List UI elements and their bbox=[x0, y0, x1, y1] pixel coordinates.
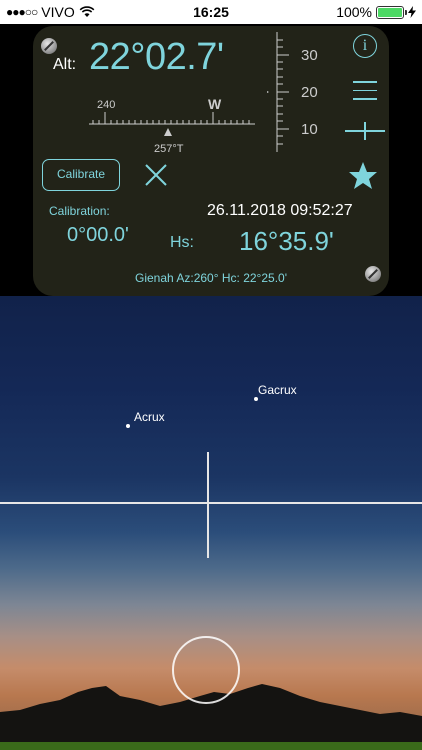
compass-direction: W bbox=[208, 96, 222, 112]
star-marker[interactable] bbox=[254, 397, 258, 401]
altitude-scale[interactable]: 30 20 10 bbox=[267, 32, 327, 152]
calibration-value: 0°00.0' bbox=[67, 224, 129, 246]
crosshair-toggle-icon-vertical[interactable] bbox=[364, 122, 366, 140]
star-marker[interactable] bbox=[126, 424, 130, 428]
instrument-panel: Alt: 22°02.7' 30 20 10 240 W 257°T i Cal… bbox=[33, 26, 389, 296]
horizon-line bbox=[0, 502, 422, 504]
info-icon[interactable]: i bbox=[353, 34, 377, 58]
calibrate-button[interactable]: Calibrate bbox=[42, 159, 120, 191]
altitude-value: 22°02.7' bbox=[89, 36, 224, 78]
hs-value: 16°35.9' bbox=[239, 226, 334, 256]
bearing-pointer-icon bbox=[164, 128, 172, 136]
compass-scale[interactable]: 240 W 257°T bbox=[87, 96, 257, 158]
star-label-gacrux[interactable]: Gacrux bbox=[258, 383, 297, 397]
bearing-value: 257°T bbox=[154, 143, 184, 155]
battery-percent: 100% bbox=[336, 4, 372, 20]
battery-icon bbox=[376, 5, 407, 19]
vertical-line bbox=[207, 452, 209, 558]
compass-label: 240 bbox=[97, 99, 115, 111]
altitude-pointer-icon bbox=[267, 91, 269, 93]
charging-icon bbox=[408, 6, 416, 18]
close-icon[interactable] bbox=[143, 162, 169, 188]
star-icon[interactable] bbox=[348, 161, 378, 191]
vscale-label: 10 bbox=[301, 121, 318, 138]
grass-strip bbox=[0, 742, 422, 750]
vscale-label: 30 bbox=[301, 47, 318, 64]
hs-label: Hs: bbox=[170, 234, 194, 251]
vscale-label: 20 bbox=[301, 84, 318, 101]
sky-view[interactable]: Gacrux Acrux bbox=[0, 296, 422, 750]
star-label-acrux[interactable]: Acrux bbox=[134, 410, 165, 424]
sun-ring-marker[interactable] bbox=[172, 636, 240, 704]
calibration-label: Calibration: bbox=[49, 204, 110, 218]
datetime-display: 26.11.2018 09:52:27 bbox=[207, 202, 353, 219]
status-right: 100% bbox=[336, 4, 416, 20]
menu-icon[interactable] bbox=[353, 81, 377, 101]
altitude-label: Alt: bbox=[53, 56, 77, 73]
screw-icon bbox=[41, 38, 57, 54]
target-star-info: Gienah Az:260° Hc: 22°25.0' bbox=[135, 271, 287, 285]
status-bar: ●●●○○ VIVO 16:25 100% bbox=[0, 0, 422, 24]
